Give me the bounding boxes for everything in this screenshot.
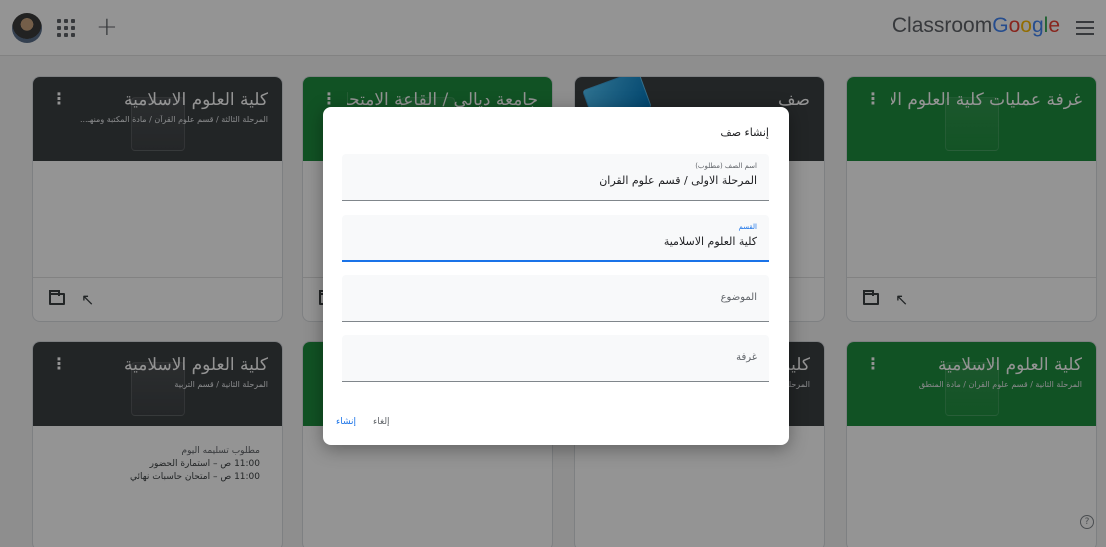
- class-name-field[interactable]: اسم الصف (مطلوب) المرحلة الاولى / قسم عل…: [342, 154, 769, 201]
- subject-placeholder: الموضوع: [720, 292, 757, 303]
- cancel-button[interactable]: إلغاء: [373, 417, 390, 427]
- room-placeholder: غرفة: [736, 352, 757, 363]
- room-field[interactable]: غرفة: [342, 335, 769, 382]
- section-value[interactable]: كلية العلوم الاسلامية: [664, 235, 757, 248]
- class-name-label: اسم الصف (مطلوب): [695, 162, 757, 170]
- subject-field[interactable]: الموضوع: [342, 275, 769, 322]
- section-field[interactable]: القسم كلية العلوم الاسلامية: [342, 215, 769, 262]
- class-name-value[interactable]: المرحلة الاولى / قسم علوم القران: [599, 174, 757, 187]
- dialog-title: إنشاء صف: [720, 126, 769, 139]
- section-label: القسم: [738, 223, 757, 231]
- create-class-dialog: إنشاء صف اسم الصف (مطلوب) المرحلة الاولى…: [323, 107, 789, 445]
- create-button[interactable]: إنشاء: [336, 417, 356, 427]
